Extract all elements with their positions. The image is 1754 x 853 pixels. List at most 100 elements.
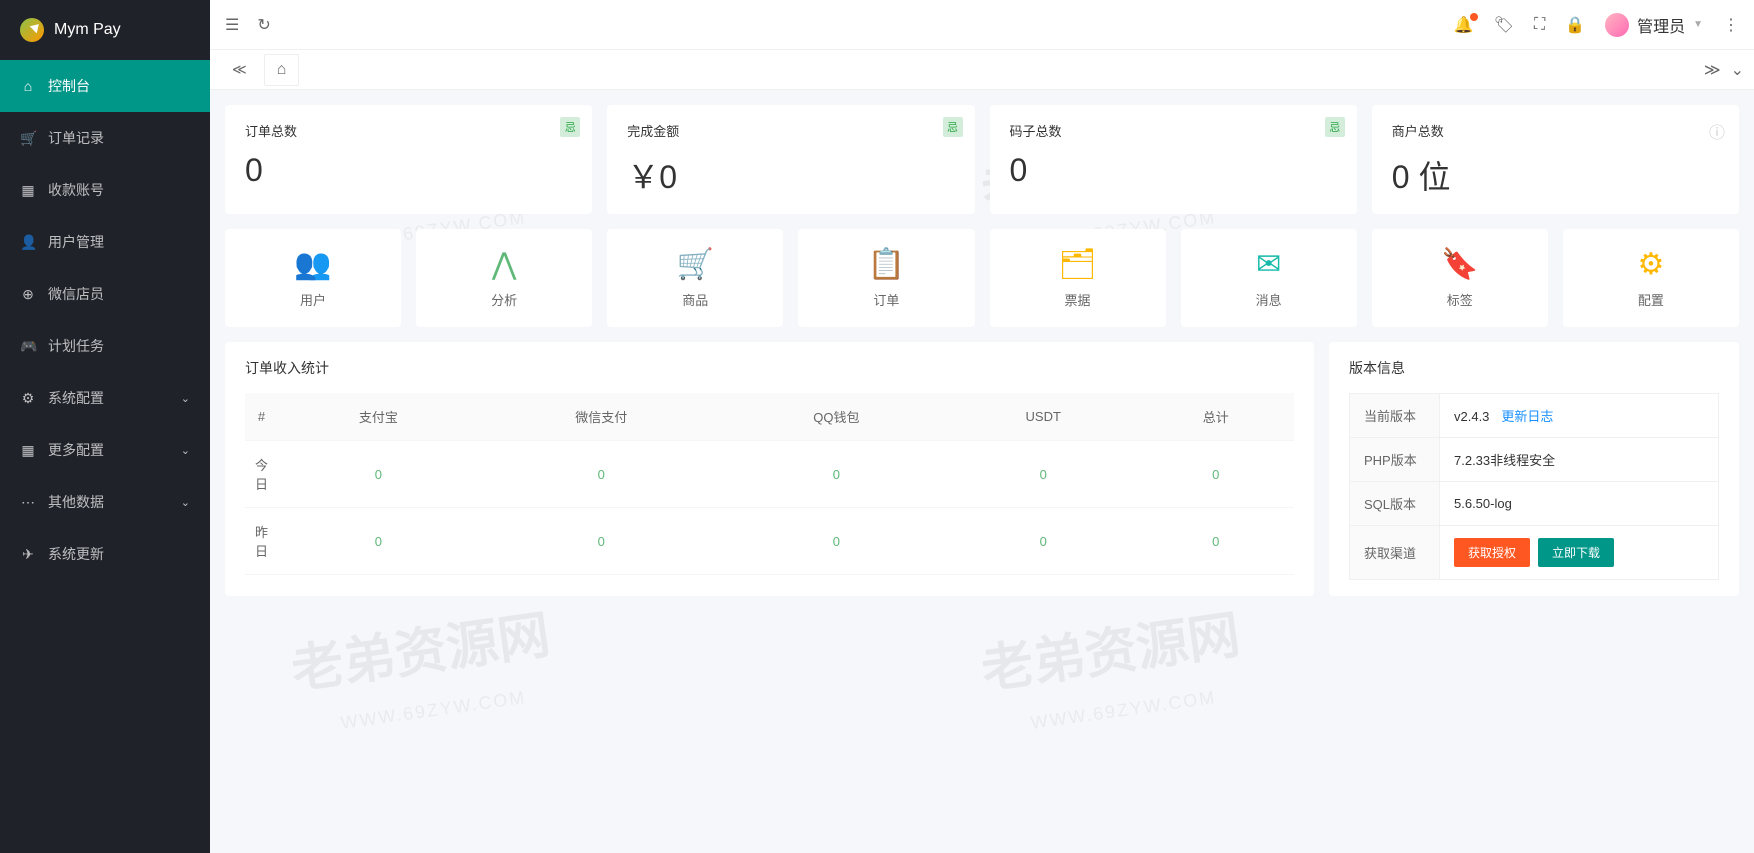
quick-消息[interactable]: ✉消息 — [1181, 229, 1357, 327]
nav-label: 计划任务 — [48, 336, 104, 356]
info-row: 当前版本v2.4.3更新日志 — [1350, 394, 1719, 438]
row-label: 昨日 — [245, 508, 278, 575]
table-cell: 0 — [278, 441, 479, 508]
table-cell: 0 — [949, 441, 1137, 508]
info-key: 获取渠道 — [1350, 526, 1440, 580]
row-label: 今日 — [245, 441, 278, 508]
changelog-link[interactable]: 更新日志 — [1501, 409, 1553, 424]
sidebar-item-9[interactable]: ✈系统更新 — [0, 528, 210, 580]
watermark: 老弟资源网 — [976, 592, 1244, 702]
nav-label: 微信店员 — [48, 284, 104, 304]
lock-icon[interactable]: 🔒 — [1565, 15, 1585, 35]
refresh-icon[interactable]: ↻ — [257, 15, 270, 35]
stat-title: 码子总数 — [1010, 121, 1337, 140]
quick-分析[interactable]: ⋀分析 — [416, 229, 592, 327]
nav-label: 系统配置 — [48, 388, 104, 408]
tab-dropdown[interactable]: ⌄ — [1731, 60, 1744, 80]
auth-button[interactable]: 获取授权 — [1454, 538, 1530, 567]
stat-value: ￥0 — [627, 152, 954, 198]
nav-icon: ▦ — [20, 182, 36, 199]
quick-label: 票据 — [1000, 290, 1156, 309]
nav-label: 订单记录 — [48, 128, 104, 148]
menu-toggle-icon[interactable]: ☰ — [225, 15, 239, 35]
tab-forward[interactable]: ≫ — [1704, 60, 1721, 80]
main: ☰ ↻ 🔔 🏷 ⛶ 🔒 管理员 ▼ ⋮ ≪ ⌂ ≫ ⌄ — [210, 0, 1754, 853]
quick-配置[interactable]: ⚙配置 — [1563, 229, 1739, 327]
stat-value: 0 — [1010, 152, 1337, 189]
table-row: 昨日00000 — [245, 508, 1294, 575]
chevron-down-icon: ⌄ — [181, 444, 190, 457]
sidebar-item-5[interactable]: 🎮计划任务 — [0, 320, 210, 372]
logo-icon — [20, 18, 44, 42]
info-icon[interactable]: ⓘ — [1709, 119, 1725, 143]
table-header: 微信支付 — [479, 393, 724, 441]
info-row-action: 获取渠道获取授权立即下载 — [1350, 526, 1719, 580]
user-menu[interactable]: 管理员 ▼ — [1605, 13, 1703, 37]
table-row: 今日00000 — [245, 441, 1294, 508]
nav-icon: 👤 — [20, 234, 36, 251]
stat-title: 订单总数 — [245, 121, 572, 140]
sidebar-item-7[interactable]: ▦更多配置⌄ — [0, 424, 210, 476]
brand-name: Mym Pay — [54, 21, 121, 39]
sidebar-item-0[interactable]: ⌂控制台 — [0, 60, 210, 112]
nav-label: 系统更新 — [48, 544, 104, 564]
quick-icon: ⚙ — [1573, 247, 1729, 282]
stat-title: 完成金额 — [627, 121, 954, 140]
chevron-down-icon: ⌄ — [181, 392, 190, 405]
user-label: 管理员 — [1637, 13, 1685, 37]
table-cell: 0 — [724, 508, 949, 575]
watermark-sub: WWW.69ZYW.COM — [1029, 687, 1217, 734]
quick-订单[interactable]: 📋订单 — [798, 229, 974, 327]
nav-icon: 🛒 — [20, 130, 36, 147]
download-button[interactable]: 立即下载 — [1538, 538, 1614, 567]
table-header: 支付宝 — [278, 393, 479, 441]
fullscreen-icon[interactable]: ⛶ — [1534, 16, 1545, 34]
more-icon[interactable]: ⋮ — [1723, 15, 1739, 35]
quick-icon: 📋 — [808, 247, 964, 282]
table-cell: 0 — [724, 441, 949, 508]
header: ☰ ↻ 🔔 🏷 ⛶ 🔒 管理员 ▼ ⋮ — [210, 0, 1754, 50]
info-key: SQL版本 — [1350, 482, 1440, 526]
info-actions: 获取授权立即下载 — [1440, 526, 1719, 580]
nav-label: 收款账号 — [48, 180, 104, 200]
income-table: #支付宝微信支付QQ钱包USDT总计 今日00000昨日00000 — [245, 393, 1294, 575]
table-header: QQ钱包 — [724, 393, 949, 441]
info-value: 7.2.33非线程安全 — [1440, 438, 1719, 482]
tab-home[interactable]: ⌂ — [264, 54, 300, 86]
sidebar-item-1[interactable]: 🛒 订单记录 — [0, 112, 210, 164]
tag-icon[interactable]: 🏷 — [1494, 15, 1514, 35]
quick-标签[interactable]: 🔖 标签 — [1372, 229, 1548, 327]
quick-用户[interactable]: 👥用户 — [225, 229, 401, 327]
stat-card-3: 商户总数0 位ⓘ — [1372, 105, 1739, 214]
nav-icon: ▦ — [20, 442, 36, 459]
sidebar-item-6[interactable]: ⚙ 系统配置 ⌄ — [0, 372, 210, 424]
nav-icon: ⊕ — [20, 286, 36, 303]
income-panel: 订单收入统计 #支付宝微信支付QQ钱包USDT总计 今日00000昨日00000 — [225, 342, 1314, 596]
sidebar-item-8[interactable]: ⋯其他数据⌄ — [0, 476, 210, 528]
avatar — [1605, 13, 1629, 37]
tab-back[interactable]: ≪ — [220, 53, 259, 86]
nav-label: 用户管理 — [48, 232, 104, 252]
quick-label: 用户 — [235, 290, 391, 309]
sidebar-item-4[interactable]: ⊕ 微信店员 — [0, 268, 210, 320]
nav-label: 控制台 — [48, 76, 90, 96]
sidebar-item-3[interactable]: 👤 用户管理 — [0, 216, 210, 268]
logo[interactable]: Mym Pay — [0, 0, 210, 60]
stat-badge: 忌 — [560, 117, 580, 137]
table-header: # — [245, 393, 278, 441]
quick-icon: 🔖 — [1382, 247, 1538, 282]
sidebar-item-2[interactable]: ▦ 收款账号 — [0, 164, 210, 216]
chevron-down-icon: ▼ — [1693, 19, 1703, 30]
quick-商品[interactable]: 🛒商品 — [607, 229, 783, 327]
info-row: PHP版本7.2.33非线程安全 — [1350, 438, 1719, 482]
bell-icon[interactable]: 🔔 — [1454, 15, 1474, 35]
quick-icon: ⋀ — [426, 247, 582, 282]
quick-票据[interactable]: 🗂票据 — [990, 229, 1166, 327]
table-cell: 0 — [1137, 441, 1294, 508]
info-value: 5.6.50-log — [1440, 482, 1719, 526]
table-cell: 0 — [479, 508, 724, 575]
table-cell: 0 — [949, 508, 1137, 575]
quick-label: 标签 — [1382, 290, 1538, 309]
quick-label: 消息 — [1191, 290, 1347, 309]
nav-icon: ⚙ — [20, 390, 36, 407]
